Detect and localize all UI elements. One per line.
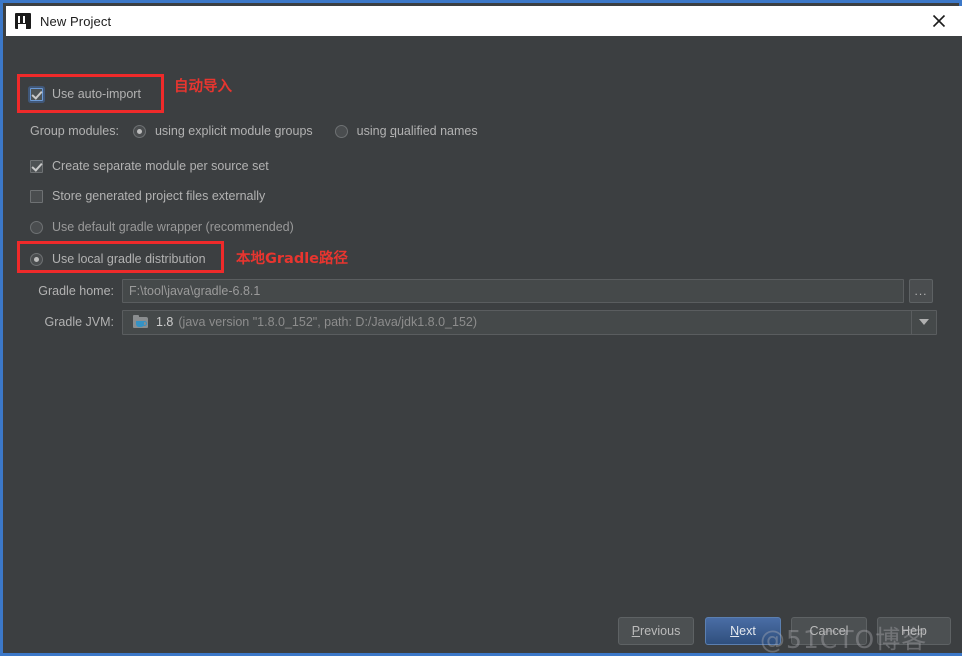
gradle-jvm-row: Gradle JVM: 1.8 (java version "1.8.0_152…: [28, 309, 940, 335]
new-project-dialog: New Project Use auto-import Group module…: [0, 0, 962, 656]
use-auto-import-checkbox-icon[interactable]: [30, 87, 43, 101]
gradle-home-row: Gradle home: F:\tool\java\gradle-6.8.1 .…: [28, 279, 940, 303]
title-bar: New Project: [6, 6, 962, 36]
next-button[interactable]: Next: [705, 617, 781, 645]
dialog-body: Use auto-import Group modules: using exp…: [6, 36, 962, 653]
gradle-jvm-combobox[interactable]: 1.8 (java version "1.8.0_152", path: D:/…: [122, 309, 937, 335]
create-separate-module-label: Create separate module per source set: [52, 159, 269, 173]
checkbox-store-generated-externally[interactable]: Store generated project files externally: [30, 186, 265, 206]
use-default-gradle-wrapper-label: Use default gradle wrapper (recommended): [52, 220, 294, 234]
annotation-text-local-gradle: 本地Gradle路径: [236, 251, 349, 267]
gradle-jvm-selected-value: 1.8 (java version "1.8.0_152", path: D:/…: [123, 315, 911, 329]
close-icon[interactable]: [916, 6, 962, 36]
gradle-home-label: Gradle home:: [38, 284, 114, 298]
help-button[interactable]: Help: [877, 617, 951, 645]
annotation-text-auto-import: 自动导入: [174, 79, 232, 95]
use-local-gradle-distribution-radio-icon[interactable]: [30, 252, 43, 266]
group-modules-row: Group modules: using explicit module gro…: [30, 121, 478, 141]
gradle-jvm-label: Gradle JVM:: [44, 315, 114, 329]
settings-content: Use auto-import Group modules: using exp…: [6, 36, 962, 608]
dialog-footer: Previous Next Cancel Help: [6, 608, 962, 653]
previous-button[interactable]: Previous: [618, 617, 694, 645]
create-separate-module-checkbox-icon[interactable]: [30, 159, 43, 173]
store-generated-externally-checkbox-icon[interactable]: [30, 189, 43, 203]
gradle-home-browse-button[interactable]: ...: [909, 279, 933, 303]
radio-using-qualified-names-icon[interactable]: [334, 124, 348, 138]
chevron-down-icon[interactable]: [911, 310, 936, 334]
radio-using-qualified-names-label[interactable]: using qualified names: [357, 121, 478, 141]
gradle-home-input[interactable]: F:\tool\java\gradle-6.8.1: [122, 279, 904, 303]
intellij-idea-logo-icon: [15, 13, 31, 29]
gradle-jvm-version: 1.8: [156, 315, 174, 329]
gradle-jvm-detail: (java version "1.8.0_152", path: D:/Java…: [178, 315, 478, 329]
checkbox-use-auto-import[interactable]: Use auto-import: [30, 84, 141, 104]
radio-using-explicit-module-groups-label[interactable]: using explicit module groups: [155, 121, 313, 141]
checkbox-create-separate-module[interactable]: Create separate module per source set: [30, 156, 269, 176]
use-default-gradle-wrapper-radio-icon[interactable]: [30, 220, 43, 234]
store-generated-externally-label: Store generated project files externally: [52, 189, 266, 203]
cancel-button[interactable]: Cancel: [791, 617, 867, 645]
use-auto-import-label: Use auto-import: [52, 87, 141, 101]
use-local-gradle-distribution-label: Use local gradle distribution: [52, 252, 206, 266]
window-title: New Project: [40, 13, 112, 29]
window-frame: New Project Use auto-import Group module…: [0, 0, 962, 656]
group-modules-label: Group modules:: [30, 124, 119, 138]
jdk-folder-icon: [133, 315, 149, 329]
radio-use-default-gradle-wrapper[interactable]: Use default gradle wrapper (recommended): [30, 217, 294, 237]
radio-use-local-gradle-distribution[interactable]: Use local gradle distribution: [30, 249, 206, 269]
radio-using-explicit-module-groups-icon[interactable]: [132, 124, 146, 138]
